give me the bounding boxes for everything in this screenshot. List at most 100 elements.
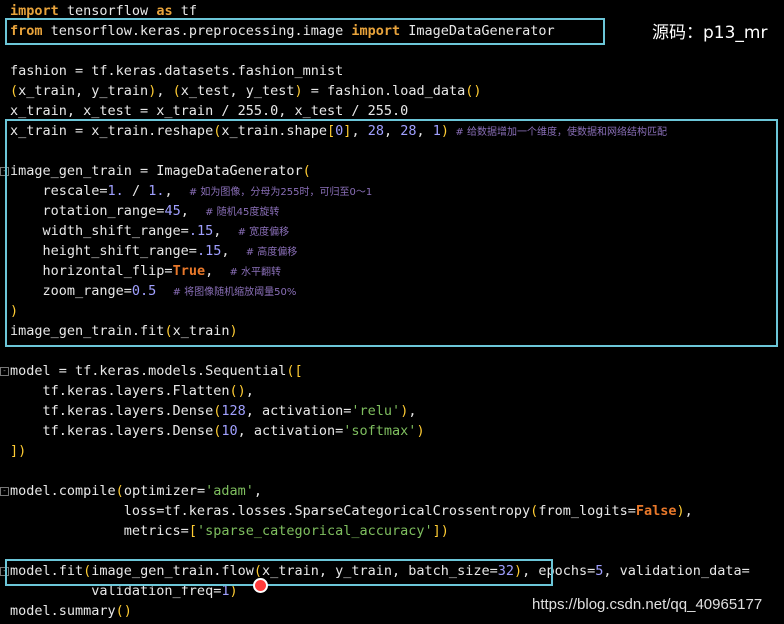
code-text: from_logits=: [538, 503, 636, 519]
number: 28: [400, 123, 417, 139]
code-line-13[interactable]: zoom_range=0.5 # 将图像随机缩放阈量50%: [10, 281, 297, 301]
bracket: (: [10, 83, 19, 99]
number: 1.: [148, 183, 165, 199]
bracket: (: [115, 483, 124, 499]
bracket: ): [294, 83, 303, 99]
keyword: import: [351, 23, 401, 39]
code-text: ,: [156, 83, 173, 99]
bracket: (: [164, 323, 173, 339]
code-line-6[interactable]: x_train = x_train.reshape(x_train.shape[…: [10, 121, 667, 141]
code-line-20[interactable]: ]): [10, 441, 26, 461]
code-text: ,: [221, 243, 246, 259]
bracket: [: [327, 123, 336, 139]
string: 'softmax': [343, 423, 417, 439]
code-text: /: [123, 183, 149, 199]
bracket: (): [229, 383, 246, 399]
code-text: ,: [213, 223, 238, 239]
bracket: ): [416, 423, 425, 439]
boolean: True: [172, 263, 206, 279]
code-text: height_shift_range=: [10, 243, 197, 259]
code-text: tensorflow.keras.preprocessing.image: [42, 23, 352, 39]
comment: # 给数据增加一个维度，使数据和网络结构匹配: [449, 127, 667, 138]
code-text: zoom_range=: [10, 283, 132, 299]
bracket: (: [172, 83, 181, 99]
comment: # 宽度偏移: [237, 227, 290, 238]
code-text: , activation=: [237, 423, 344, 439]
bracket: (: [302, 163, 311, 179]
comment: # 水平翻转: [229, 267, 282, 278]
code-line-4[interactable]: (x_train, y_train), (x_test, y_test) = f…: [10, 81, 482, 101]
code-text: ,: [383, 123, 401, 139]
string: 'sparse_categorical_accuracy': [196, 523, 433, 539]
code-text: ,: [684, 503, 693, 519]
code-editor[interactable]: import tensorflow as tf from tensorflow.…: [0, 0, 784, 624]
code-text: x_train, y_train, batch_size=: [262, 563, 498, 579]
bracket: (: [253, 563, 262, 579]
fold-toggle-icon[interactable]: -: [0, 487, 9, 496]
code-text: , epochs=: [522, 563, 596, 579]
number: 28: [367, 123, 384, 139]
code-text: ,: [416, 123, 433, 139]
bracket: ): [676, 503, 685, 519]
keyword: from: [10, 23, 43, 39]
code-line-16[interactable]: model = tf.keras.models.Sequential([: [10, 361, 303, 381]
code-line-25[interactable]: validation_freq=1): [10, 581, 237, 601]
code-line-23[interactable]: metrics=['sparse_categorical_accuracy']): [10, 521, 449, 541]
code-text: rescale=: [10, 183, 108, 199]
code-text: ImageDataGenerator: [400, 23, 555, 39]
code-line-11[interactable]: height_shift_range=.15, # 高度偏移: [10, 241, 298, 261]
comment: # 将图像随机缩放阈量50%: [172, 287, 297, 298]
code-text: ,: [205, 263, 230, 279]
number: .15: [188, 223, 214, 239]
code-line-7[interactable]: image_gen_train = ImageDataGenerator(: [10, 161, 311, 181]
code-text: model = tf.keras.models.Sequential: [10, 363, 287, 379]
code-text: tf: [172, 3, 197, 19]
bracket: ): [513, 563, 523, 579]
code-text: , activation=: [245, 403, 352, 419]
code-line-9[interactable]: rotation_range=45, # 随机45度旋转: [10, 201, 280, 221]
code-line-21[interactable]: model.compile(optimizer='adam',: [10, 481, 262, 501]
number: 10: [221, 423, 238, 439]
code-line-12[interactable]: horizontal_flip=True, # 水平翻转: [10, 261, 282, 281]
string: 'relu': [351, 403, 401, 419]
code-text: x_train.shape: [221, 123, 328, 139]
code-text: ,: [408, 403, 417, 419]
code-line-17[interactable]: tf.keras.layers.Flatten(),: [10, 381, 254, 401]
code-line-5[interactable]: x_train, x_test = x_train / 255.0, x_tes…: [10, 101, 408, 121]
code-text: width_shift_range=: [10, 223, 189, 239]
code-line-1[interactable]: import tensorflow as tf: [10, 1, 197, 21]
code-text: rotation_range=: [10, 203, 165, 219]
keyword: import: [10, 3, 59, 19]
code-line-14[interactable]: ): [10, 301, 18, 321]
fold-toggle-icon[interactable]: -: [0, 567, 9, 576]
number: 128: [221, 403, 246, 419]
code-line-26[interactable]: model.summary(): [10, 601, 132, 621]
code-text: ,: [164, 183, 189, 199]
code-text: model.summary: [10, 603, 116, 619]
code-line-2[interactable]: from tensorflow.keras.preprocessing.imag…: [10, 21, 555, 41]
comment: # 如为图像，分母为255时，可归至0～1: [188, 187, 373, 198]
code-text: tf.keras.layers.Dense: [10, 403, 214, 419]
mouse-cursor-icon: [255, 580, 266, 591]
comment: # 高度偏移: [245, 247, 298, 258]
code-line-15[interactable]: image_gen_train.fit(x_train): [10, 321, 238, 341]
code-line-24[interactable]: model.fit(image_gen_train.flow(x_train, …: [10, 561, 750, 581]
code-line-19[interactable]: tf.keras.layers.Dense(10, activation='so…: [10, 421, 425, 441]
bracket: ): [440, 123, 450, 139]
fold-toggle-icon[interactable]: -: [0, 367, 9, 376]
code-line-22[interactable]: loss=tf.keras.losses.SparseCategoricalCr…: [10, 501, 693, 521]
bracket: ): [229, 323, 238, 339]
code-text: = fashion.load_data: [302, 83, 466, 99]
code-text: loss=tf.keras.losses.SparseCategoricalCr…: [10, 503, 531, 519]
code-text: , validation_data=: [603, 563, 750, 579]
code-text: x_test, y_test: [180, 83, 295, 99]
fold-toggle-icon[interactable]: -: [0, 167, 9, 176]
code-line-3[interactable]: fashion = tf.keras.datasets.fashion_mnis…: [10, 61, 343, 81]
code-text: ,: [253, 483, 263, 499]
code-line-10[interactable]: width_shift_range=.15, # 宽度偏移: [10, 221, 290, 241]
code-line-8[interactable]: rescale=1. / 1., # 如为图像，分母为255时，可归至0～1: [10, 181, 373, 201]
number: 1: [432, 123, 441, 139]
bracket: ]): [432, 523, 449, 539]
code-line-18[interactable]: tf.keras.layers.Dense(128, activation='r…: [10, 401, 417, 421]
